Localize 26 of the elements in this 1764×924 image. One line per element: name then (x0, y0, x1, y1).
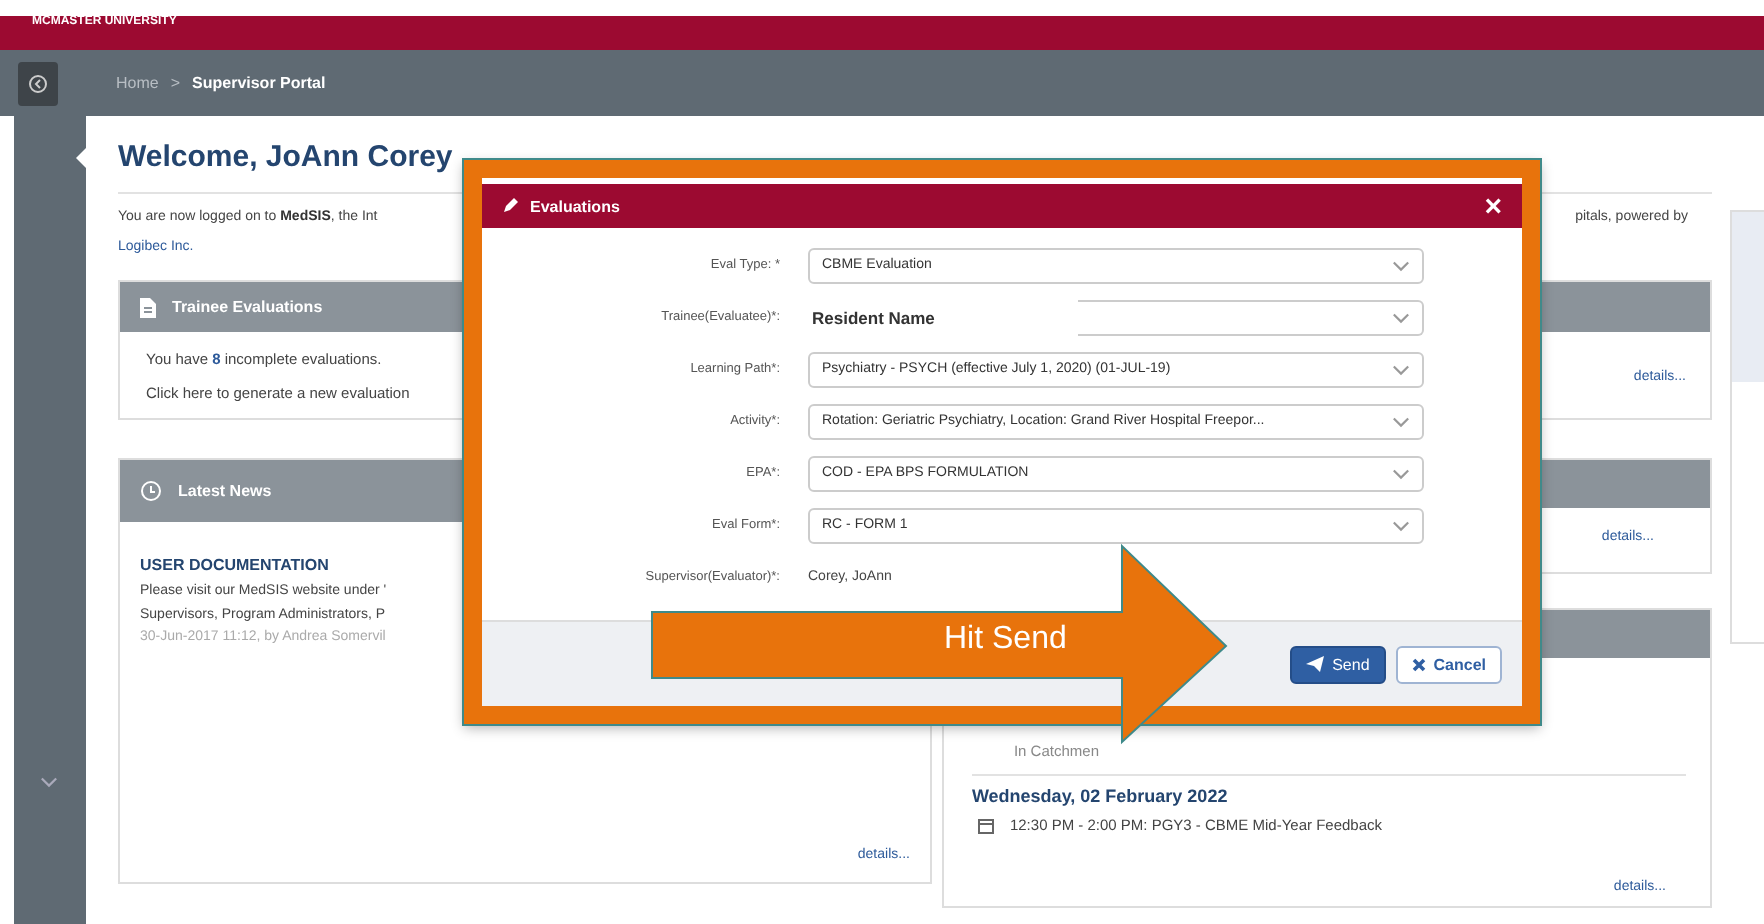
close-icon (1411, 657, 1426, 671)
chevron-down-icon (1392, 415, 1410, 427)
back-button[interactable] (18, 61, 58, 105)
clock-icon (140, 480, 162, 502)
chevron-down-icon (1392, 519, 1410, 531)
pencil-icon (502, 198, 518, 214)
callout-label: Hit Send (944, 622, 1067, 658)
document-icon (140, 297, 156, 317)
send-button[interactable]: Send (1290, 645, 1386, 683)
chevron-down-icon (1392, 467, 1410, 479)
chevron-down-icon (1392, 259, 1410, 271)
calendar-icon (977, 817, 994, 833)
event-date[interactable]: Wednesday, 02 February 2022 (971, 786, 1686, 806)
panel-title: Latest News (178, 482, 272, 500)
dialog-title: Evaluations (530, 197, 622, 215)
chevron-down-icon (1392, 363, 1410, 375)
chevron-down-icon[interactable] (40, 776, 58, 788)
breadcrumb-separator: > (170, 74, 181, 92)
trainee-name: Resident Name (810, 307, 937, 327)
close-button[interactable]: × (1484, 191, 1502, 221)
welcome-title: Welcome, JoAnn Corey (118, 138, 455, 178)
back-icon (28, 73, 48, 93)
select-field[interactable] (1078, 299, 1424, 335)
cancel-button[interactable]: Cancel (1395, 645, 1502, 683)
panel-title: Trainee Evaluations (172, 298, 323, 316)
chevron-down-icon (1392, 311, 1410, 323)
